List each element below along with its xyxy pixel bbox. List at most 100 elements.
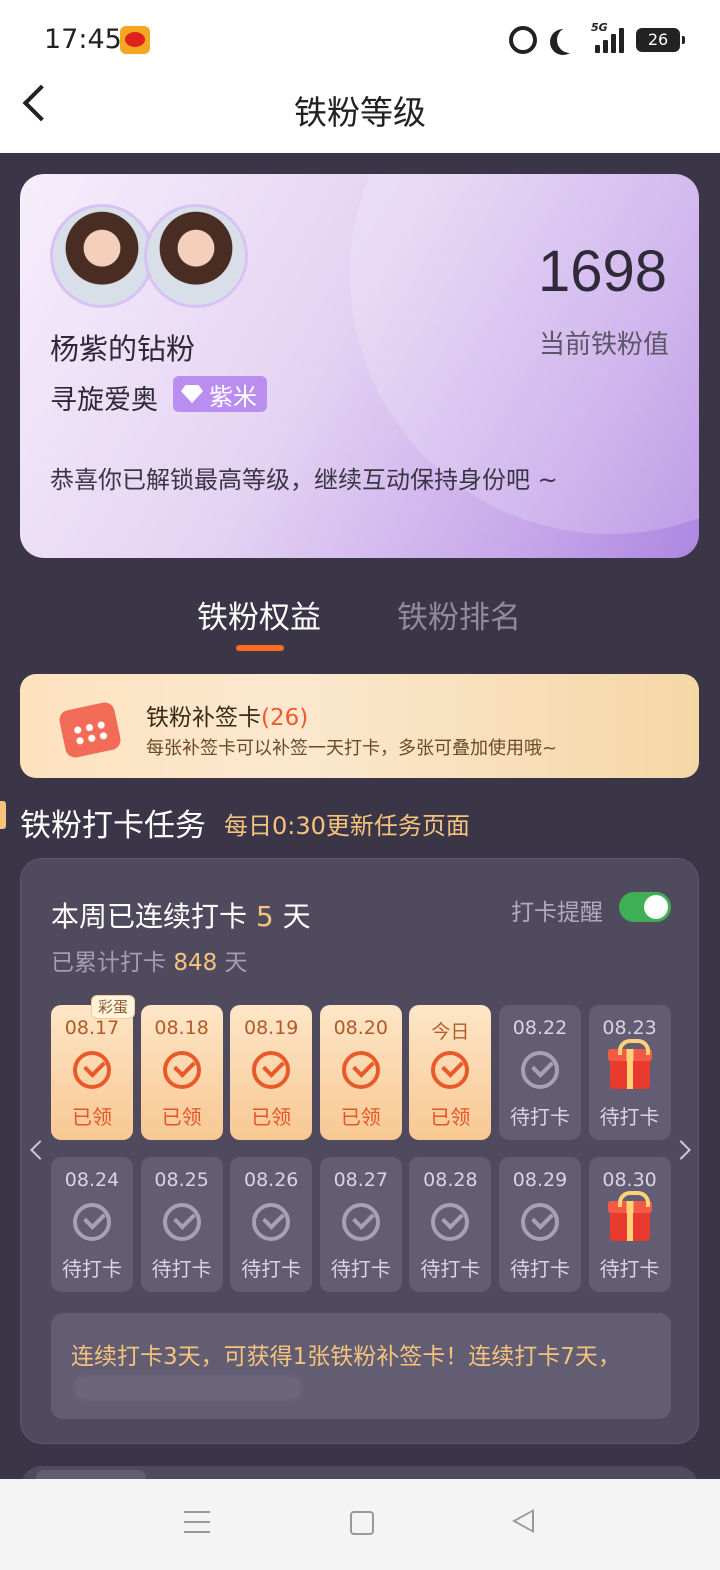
blurred-text <box>73 1375 303 1401</box>
check-circle-icon <box>162 1203 201 1241</box>
diamond-icon <box>181 385 203 403</box>
day-date: 08.28 <box>423 1169 478 1191</box>
checkin-day[interactable]: 08.17 已领 彩蛋 <box>51 995 135 1140</box>
day-status: 待打卡 <box>330 1257 391 1281</box>
checkin-day[interactable]: 08.26 待打卡 <box>230 1157 313 1292</box>
star-avatar[interactable] <box>144 204 248 308</box>
checkin-day[interactable]: 08.24 待打卡 <box>51 1157 133 1292</box>
check-circle-icon <box>162 1051 201 1089</box>
gift-icon <box>607 1039 652 1089</box>
day-status: 已领 <box>251 1105 292 1129</box>
header-bar: 17:45 5G 26 铁粉等级 <box>0 0 720 153</box>
reminder-toggle[interactable] <box>619 892 671 922</box>
alarm-icon <box>509 26 537 54</box>
easter-egg-tag: 彩蛋 <box>90 995 135 1019</box>
checkin-day[interactable]: 08.30 待打卡 <box>588 1157 671 1292</box>
day-date: 08.27 <box>333 1169 388 1191</box>
day-date: 08.20 <box>333 1017 388 1039</box>
tab-fan-benefits[interactable]: 铁粉权益 <box>197 592 321 637</box>
back-icon[interactable] <box>512 1509 534 1533</box>
weekly-streak: 本周已连续打卡 5 天 <box>51 900 311 933</box>
checkin-day[interactable]: 08.19 已领 <box>230 1005 313 1140</box>
fan-level-title: 杨紫的钻粉 <box>50 332 196 366</box>
day-status: 待打卡 <box>151 1257 212 1281</box>
checkin-day[interactable]: 08.29 待打卡 <box>498 1157 581 1292</box>
chevron-left-icon[interactable] <box>30 1140 50 1160</box>
section-marker <box>0 801 6 829</box>
checkin-day[interactable]: 08.25 待打卡 <box>140 1157 223 1292</box>
day-date: 08.22 <box>512 1017 568 1039</box>
day-status: 待打卡 <box>420 1257 481 1281</box>
fan-club-badge: 紫米 <box>173 376 267 412</box>
checkin-day[interactable]: 08.27 待打卡 <box>319 1157 402 1292</box>
day-date: 08.26 <box>243 1169 299 1191</box>
streak-days: 5 <box>255 900 274 933</box>
menu-icon[interactable] <box>184 1511 210 1533</box>
makeup-card-count: (26) <box>261 705 309 731</box>
active-tab-indicator <box>236 645 284 651</box>
check-circle-icon <box>73 1051 111 1089</box>
fan-profile-card: 1698 当前铁粉值 杨紫的钻粉 寻旋爱奥 紫米 恭喜你已解锁最高等级，继续互动… <box>20 174 699 558</box>
day-status: 已领 <box>72 1105 112 1129</box>
tab-fan-ranking[interactable]: 铁粉排名 <box>397 592 521 637</box>
checkin-day[interactable]: 08.22 待打卡 <box>498 1005 581 1140</box>
total-checkins: 已累计打卡 848 天 <box>51 950 248 976</box>
checkin-day[interactable]: 08.18 已领 <box>140 1005 223 1140</box>
user-nickname: 寻旋爱奥 <box>50 385 158 416</box>
day-date: 08.25 <box>154 1169 209 1191</box>
day-status: 待打卡 <box>241 1257 302 1281</box>
day-status: 已领 <box>340 1105 381 1129</box>
chevron-right-icon[interactable] <box>671 1140 691 1160</box>
day-status: 已领 <box>430 1105 471 1129</box>
day-date: 08.19 <box>243 1017 299 1039</box>
fan-value: 1698 <box>537 239 667 304</box>
day-status: 待打卡 <box>62 1257 122 1281</box>
check-circle-icon <box>520 1203 559 1241</box>
calendar-icon <box>57 700 123 760</box>
day-date: 08.29 <box>512 1169 568 1191</box>
day-status: 已领 <box>161 1105 202 1129</box>
check-circle-icon <box>341 1051 380 1089</box>
system-nav-bar <box>0 1479 720 1570</box>
fan-value-label: 当前铁粉值 <box>538 330 669 360</box>
battery-icon: 26 <box>636 28 685 52</box>
section-subtitle: 每日0:30更新任务页面 <box>224 812 470 840</box>
home-icon[interactable] <box>350 1511 374 1535</box>
check-circle-icon <box>73 1203 111 1241</box>
weibo-app-icon <box>120 26 150 54</box>
day-status: 待打卡 <box>599 1105 660 1129</box>
network-type: 5G <box>591 21 608 34</box>
checkin-day[interactable]: 08.28 待打卡 <box>409 1157 492 1292</box>
check-circle-icon <box>431 1203 470 1241</box>
day-status: 待打卡 <box>509 1105 570 1129</box>
section-title: 铁粉打卡任务 <box>20 808 206 844</box>
day-date: 08.23 <box>602 1017 657 1039</box>
user-avatar[interactable] <box>50 204 154 308</box>
badge-label: 紫米 <box>209 382 257 411</box>
checkin-day[interactable]: 08.20 已领 <box>319 1005 402 1140</box>
gift-icon <box>607 1191 652 1241</box>
checkin-day[interactable]: 08.23 待打卡 <box>588 1005 671 1140</box>
check-circle-icon <box>252 1203 291 1241</box>
page-title: 铁粉等级 <box>294 93 426 132</box>
total-days: 848 <box>173 950 218 976</box>
checkin-calendar: 08.17 已领 彩蛋 08.18 已领 08.19 已领 08.20 已领 今日 已领 08.22 待… <box>51 995 671 1292</box>
makeup-card-banner[interactable]: 铁粉补签卡(26) 每张补签卡可以补签一天打卡，多张可叠加使用哦~ <box>20 674 699 778</box>
day-date: 08.17 <box>64 1017 120 1039</box>
check-circle-icon <box>252 1051 291 1089</box>
check-circle-icon <box>431 1051 470 1089</box>
day-date: 今日 <box>431 1021 470 1043</box>
reminder-label: 打卡提醒 <box>511 900 603 926</box>
day-status: 待打卡 <box>599 1257 660 1281</box>
signal-icon: 5G <box>591 21 624 53</box>
day-date: 08.24 <box>64 1169 120 1191</box>
day-status: 待打卡 <box>509 1257 570 1281</box>
rule-text: 连续打卡3天，可获得1张铁粉补签卡！连续打卡7天， <box>71 1344 621 1370</box>
status-icons: 5G 26 <box>509 21 685 56</box>
do-not-disturb-icon <box>557 27 583 53</box>
checkin-day[interactable]: 今日 已领 <box>409 1005 492 1140</box>
makeup-card-title: 铁粉补签卡(26) <box>146 705 309 731</box>
status-time: 17:45 <box>44 24 122 55</box>
checkin-rules: 连续打卡3天，可获得1张铁粉补签卡！连续打卡7天， <box>51 1313 671 1419</box>
check-circle-icon <box>520 1051 559 1089</box>
